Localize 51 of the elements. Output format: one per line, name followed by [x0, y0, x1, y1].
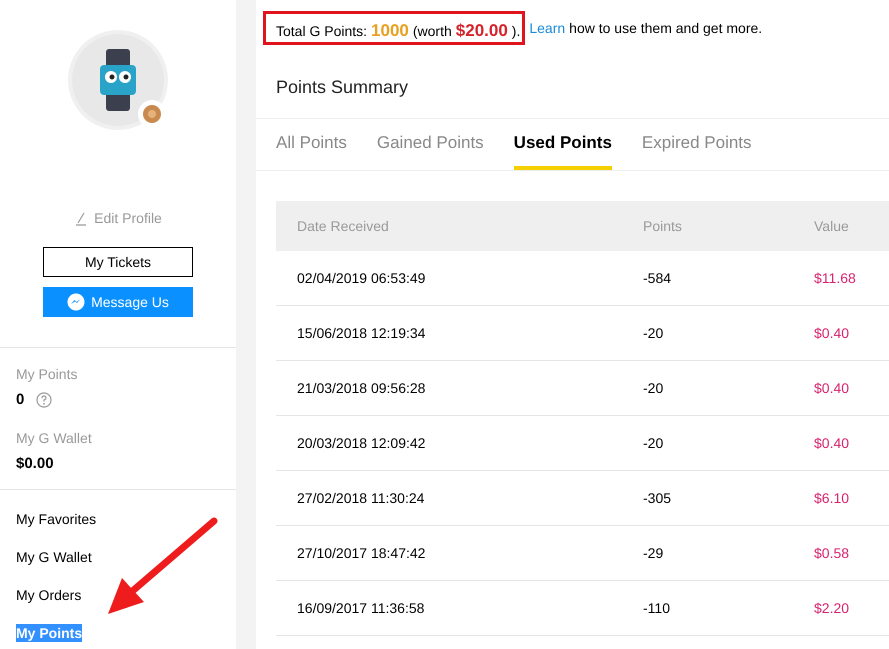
table-cell-text: 02/04/2019 06:53:49 [296, 268, 426, 288]
table-cell-text: -20 [643, 324, 664, 342]
table-cell-text: $6.10 [814, 488, 850, 508]
menu-item[interactable]: My Points [16, 624, 82, 642]
table-cell-text: 20/03/2018 12:09:42 [296, 434, 426, 452]
menu-item[interactable]: My Favorites [16, 510, 96, 528]
stat-value: $0.00 [16, 454, 54, 474]
section-title: Points Summary [275, 76, 410, 99]
stat-label: My Points [16, 365, 78, 384]
column-header: Date Received [296, 216, 390, 236]
learn-text: how to use them and get more. [569, 18, 762, 38]
tab[interactable]: Used Points [514, 119, 612, 170]
table-cell-text: -20 [643, 378, 664, 398]
table-cell-text: $2.20 [814, 598, 850, 618]
stat-value: 0 [16, 390, 24, 410]
table-cell-text: 27/10/2017 18:47:42 [296, 544, 426, 562]
table-cell-text: -20 [643, 434, 664, 452]
menu-item[interactable]: My G Wallet [16, 548, 92, 566]
column-header: Points [643, 216, 683, 236]
table-cell-text: 21/03/2018 09:56:28 [296, 378, 426, 398]
total-points-label: Total G Points: [276, 22, 368, 41]
tab[interactable]: Expired Points [642, 119, 752, 170]
closing-text: ). [512, 22, 520, 41]
table-cell-text: -584 [643, 268, 672, 288]
points-total: 1000 [371, 20, 409, 42]
table-cell-text: 15/06/2018 12:19:34 [296, 324, 426, 342]
table-cell-text: $0.40 [814, 378, 850, 398]
column-header: Value [814, 216, 850, 236]
learn-link[interactable]: Learn [529, 18, 566, 38]
edit-profile-link[interactable]: Edit Profile [94, 208, 162, 229]
worth-value: $20.00 [456, 20, 508, 42]
table-cell-text: 16/09/2017 11:36:58 [296, 598, 426, 618]
table-cell-text: $0.40 [814, 434, 850, 452]
menu-item[interactable]: My Orders [16, 586, 82, 604]
table-cell-text: -110 [643, 598, 671, 618]
table-cell-text: 27/02/2018 11:30:24 [296, 488, 426, 508]
message-button[interactable]: Message Us [43, 287, 193, 317]
tab[interactable]: All Points [276, 119, 347, 170]
tab[interactable]: Gained Points [376, 119, 484, 170]
watch-icon [100, 49, 136, 111]
table-cell-text: $0.40 [814, 324, 850, 342]
worth-label: (worth [412, 22, 452, 41]
stat-label: My G Wallet [16, 428, 93, 448]
table-cell-text: $11.68 [814, 268, 857, 288]
table-cell-text: -305 [643, 488, 672, 508]
tickets-button[interactable]: My Tickets [43, 247, 193, 277]
pen-icon [74, 212, 88, 226]
chat-bubble-icon [67, 293, 86, 311]
help-icon[interactable] [36, 392, 52, 408]
table-cell-text: $0.58 [814, 544, 850, 562]
table-cell-text: -29 [643, 544, 664, 562]
